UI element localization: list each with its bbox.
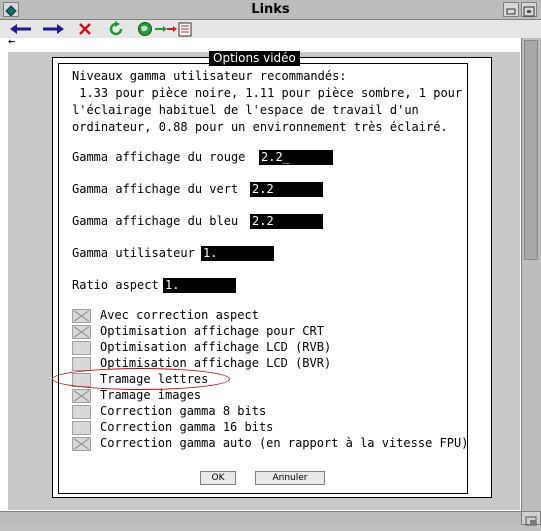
- user-gamma-label: Gamma utilisateur: [72, 246, 195, 260]
- lcd-bgr-checkbox[interactable]: [72, 357, 91, 371]
- blue-gamma-label: Gamma affichage du bleu: [72, 214, 239, 228]
- gamma-8bit-checkbox[interactable]: [72, 405, 91, 419]
- lcd-rgb-label: Optimisation affichage LCD (RVB): [100, 340, 332, 354]
- minimize-icon: [506, 8, 516, 15]
- red-gamma-input[interactable]: 2.2_: [259, 150, 333, 165]
- home-button[interactable]: [136, 20, 154, 38]
- horizontal-scrollbar[interactable]: [0, 511, 521, 525]
- globe-icon: [138, 22, 152, 36]
- crt-optimization-checkbox[interactable]: [72, 325, 91, 339]
- user-gamma-input[interactable]: 1.: [201, 246, 274, 261]
- back-link[interactable]: ←: [8, 34, 15, 48]
- gamma-16bit-checkbox[interactable]: [72, 421, 91, 435]
- resize-icon: [525, 516, 537, 526]
- crt-optimization-label: Optimisation affichage pour CRT: [100, 324, 324, 338]
- aspect-ratio-label: Ratio aspect: [72, 278, 159, 292]
- right-arrow-icon: [43, 24, 64, 34]
- window-title: Links: [251, 2, 290, 17]
- close-icon: [79, 23, 91, 35]
- green-gamma-input[interactable]: 2.2: [250, 182, 323, 197]
- lcd-rgb-checkbox[interactable]: [72, 341, 91, 355]
- gamma-8bit-label: Correction gamma 8 bits: [100, 404, 267, 418]
- vertical-scroll-thumb[interactable]: [524, 40, 538, 260]
- maximize-button[interactable]: [521, 2, 537, 17]
- title-bar: Links: [0, 0, 541, 20]
- gamma-16bit-label: Correction gamma 16 bits: [100, 420, 274, 434]
- minimize-button[interactable]: [503, 2, 519, 17]
- blue-gamma-input[interactable]: 2.2: [250, 214, 323, 229]
- resize-handle[interactable]: [521, 511, 541, 526]
- dialog-title: Options vidéo: [209, 51, 300, 66]
- gamma-intro-text: Niveaux gamma utilisateur recommandés: 1…: [72, 69, 463, 134]
- cancel-button[interactable]: Annuler: [255, 471, 325, 485]
- red-gamma-label: Gamma affichage du rouge: [72, 150, 246, 164]
- aspect-ratio-input[interactable]: 1.: [163, 278, 236, 293]
- gamma-auto-label: Correction gamma auto (en rapport à la v…: [100, 436, 469, 450]
- green-gamma-label: Gamma affichage du vert: [72, 182, 239, 196]
- stop-button[interactable]: [76, 20, 94, 38]
- reload-button[interactable]: [107, 20, 125, 38]
- aspect-correction-label: Avec correction aspect: [100, 308, 259, 322]
- image-dithering-checkbox[interactable]: [72, 389, 91, 403]
- highlight-ellipse: [52, 368, 230, 390]
- ok-button[interactable]: OK: [200, 471, 236, 485]
- forward-button[interactable]: [40, 20, 66, 38]
- aspect-correction-checkbox[interactable]: [72, 309, 91, 323]
- bookmarks-button[interactable]: [166, 20, 194, 38]
- bookmarks-icon: [167, 22, 192, 37]
- gamma-auto-checkbox[interactable]: [72, 437, 91, 451]
- maximize-icon: [523, 6, 535, 17]
- reload-icon: [109, 21, 123, 36]
- toolbar: [0, 20, 541, 38]
